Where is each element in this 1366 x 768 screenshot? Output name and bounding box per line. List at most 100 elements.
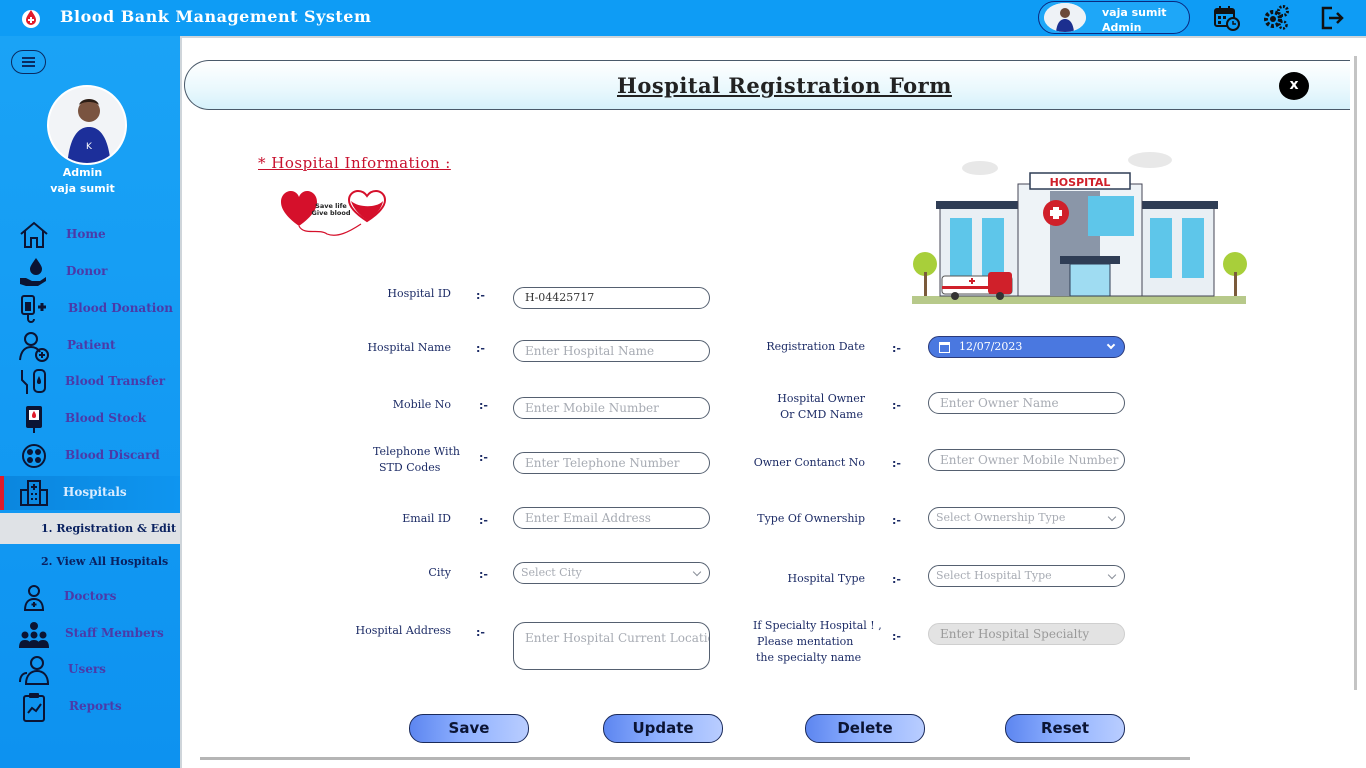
close-button[interactable]: x bbox=[1279, 72, 1309, 100]
hospital-building-icon bbox=[20, 480, 48, 506]
sidebar-item-label: Reports bbox=[69, 699, 122, 713]
hospital-type-select[interactable]: Select Hospital Type bbox=[928, 565, 1125, 587]
save-life-hearts-icon: Save life Give blood bbox=[281, 189, 387, 236]
colon-separator: :- bbox=[479, 451, 488, 464]
hospital-sign: HOSPITAL bbox=[1050, 176, 1111, 189]
top-bar: Blood Bank Management System vaja sumit … bbox=[0, 0, 1366, 36]
profile-photo: K bbox=[47, 85, 127, 165]
sidebar-item-staff-members[interactable]: Staff Members bbox=[0, 617, 180, 651]
logout-icon[interactable] bbox=[1318, 4, 1346, 32]
email-address-input[interactable]: Enter Email Address bbox=[513, 507, 710, 529]
colon-separator: :- bbox=[479, 514, 488, 527]
app-title: Blood Bank Management System bbox=[60, 7, 372, 26]
donor-icon bbox=[20, 258, 46, 286]
staff-icon bbox=[19, 622, 49, 648]
sidebar-item-patient[interactable]: Patient bbox=[0, 329, 180, 363]
blood-transfer-icon bbox=[21, 369, 46, 394]
save-button[interactable]: Save bbox=[409, 714, 529, 743]
sidebar-item-home[interactable]: Home bbox=[0, 218, 180, 252]
registration-date-label: Registration Date bbox=[766, 340, 865, 353]
specialty-label-line1: If Specialty Hospital ! , bbox=[753, 619, 882, 632]
ownership-type-label: Type Of Ownership bbox=[757, 512, 865, 525]
mobile-no-label: Mobile No bbox=[392, 398, 451, 411]
owner-name-input[interactable]: Enter Owner Name bbox=[928, 392, 1125, 414]
sidebar-item-blood-donation[interactable]: Blood Donation bbox=[0, 292, 180, 326]
sidebar-item-blood-stock[interactable]: Blood Stock bbox=[0, 402, 180, 436]
sidebar-item-donor[interactable]: Donor bbox=[0, 255, 180, 289]
telephone-number-input[interactable]: Enter Telephone Number bbox=[513, 452, 710, 474]
section-title: * Hospital Information : bbox=[258, 154, 451, 172]
user-avatar bbox=[1044, 3, 1086, 32]
sidebar-item-label: Blood Discard bbox=[65, 448, 160, 462]
user-role: Admin bbox=[1102, 21, 1142, 34]
sidebar-item-doctors[interactable]: Doctors bbox=[0, 580, 180, 614]
sidebar-item-reports[interactable]: Reports bbox=[0, 690, 180, 724]
colon-separator: :- bbox=[892, 342, 901, 355]
delete-button[interactable]: Delete bbox=[805, 714, 925, 743]
sidebar-item-label: Doctors bbox=[64, 589, 117, 603]
user-name: vaja sumit bbox=[1102, 6, 1167, 19]
chevron-down-icon bbox=[1106, 340, 1116, 350]
settings-gears-icon[interactable] bbox=[1262, 4, 1290, 32]
menu-toggle-button[interactable] bbox=[11, 50, 46, 74]
sidebar-item-blood-transfer[interactable]: Blood Transfer bbox=[0, 365, 180, 399]
sidebar-item-users[interactable]: Users bbox=[0, 653, 180, 687]
doctor-icon bbox=[23, 585, 45, 611]
profile-role: Admin bbox=[62, 166, 103, 179]
city-select[interactable]: Select City bbox=[513, 562, 710, 584]
colon-separator: :- bbox=[476, 289, 485, 302]
user-profile-button[interactable]: vaja sumit Admin bbox=[1038, 1, 1190, 34]
update-button[interactable]: Update bbox=[603, 714, 723, 743]
sidebar-item-label: Blood Stock bbox=[65, 411, 147, 425]
colon-separator: :- bbox=[892, 399, 901, 412]
hospital-name-label: Hospital Name bbox=[367, 341, 451, 354]
registration-date-picker[interactable]: 12/07/2023 bbox=[928, 336, 1125, 358]
registration-date-value: 12/07/2023 bbox=[959, 340, 1023, 353]
owner-mobile-input[interactable]: Enter Owner Mobile Number bbox=[928, 449, 1125, 471]
sidebar-subitem-label: 2. View All Hospitals bbox=[41, 555, 169, 568]
sidebar-subitem-registration-edit[interactable]: 1. Registration & Edit bbox=[0, 513, 180, 544]
sidebar: K Admin vaja sumit Home Donor Blood Dona… bbox=[0, 36, 180, 768]
mobile-number-input[interactable]: Enter Mobile Number bbox=[513, 397, 710, 419]
blood-stock-icon bbox=[26, 406, 42, 433]
email-id-label: Email ID bbox=[402, 512, 451, 525]
form-header: Hospital Registration Form x bbox=[184, 60, 1350, 110]
sidebar-item-label: Staff Members bbox=[65, 626, 164, 640]
sidebar-subitem-label: 1. Registration & Edit bbox=[41, 522, 177, 535]
hospital-type-label: Hospital Type bbox=[787, 572, 865, 585]
colon-separator: :- bbox=[892, 630, 901, 643]
hospital-id-field[interactable]: H-04425717 bbox=[513, 287, 710, 309]
sidebar-item-label: Users bbox=[68, 662, 106, 676]
hospital-building-illustration: HOSPITAL bbox=[912, 152, 1247, 304]
colon-separator: :- bbox=[892, 457, 901, 470]
ownership-type-select[interactable]: Select Ownership Type bbox=[928, 507, 1125, 529]
hospital-address-textarea[interactable]: Enter Hospital Current Location bbox=[513, 622, 710, 670]
horizontal-scrollbar[interactable] bbox=[200, 757, 1190, 760]
hospital-address-label: Hospital Address bbox=[355, 624, 452, 637]
colon-separator: :- bbox=[476, 342, 485, 355]
calendar-clock-icon[interactable] bbox=[1213, 4, 1241, 32]
hospital-name-input[interactable]: Enter Hospital Name bbox=[513, 340, 710, 362]
hospital-specialty-input[interactable]: Enter Hospital Specialty bbox=[928, 623, 1125, 645]
telephone-label-line1: Telephone With bbox=[373, 445, 460, 458]
colon-separator: :- bbox=[892, 573, 901, 586]
colon-separator: :- bbox=[892, 514, 901, 527]
reset-button[interactable]: Reset bbox=[1005, 714, 1125, 743]
reports-icon bbox=[23, 693, 45, 722]
hearts-text-give-blood: Give blood bbox=[312, 209, 351, 217]
calendar-icon bbox=[939, 342, 950, 353]
patient-icon bbox=[19, 332, 49, 362]
hospital-owner-label-line2: Or CMD Name bbox=[780, 408, 863, 421]
sidebar-subitem-view-all-hospitals[interactable]: 2. View All Hospitals bbox=[0, 546, 180, 577]
blood-drop-logo-icon bbox=[22, 10, 40, 28]
home-icon bbox=[20, 221, 48, 248]
sidebar-item-blood-discard[interactable]: Blood Discard bbox=[0, 439, 180, 473]
owner-contact-label: Owner Contanct No bbox=[753, 456, 865, 469]
telephone-label-line2: STD Codes bbox=[379, 461, 441, 474]
sidebar-item-label: Donor bbox=[66, 264, 108, 278]
city-label: City bbox=[428, 566, 451, 579]
sidebar-item-label: Blood Transfer bbox=[65, 374, 166, 388]
vertical-scrollbar[interactable] bbox=[1354, 56, 1357, 690]
sidebar-item-hospitals[interactable]: Hospitals bbox=[0, 476, 180, 510]
sidebar-item-label: Patient bbox=[67, 338, 116, 352]
